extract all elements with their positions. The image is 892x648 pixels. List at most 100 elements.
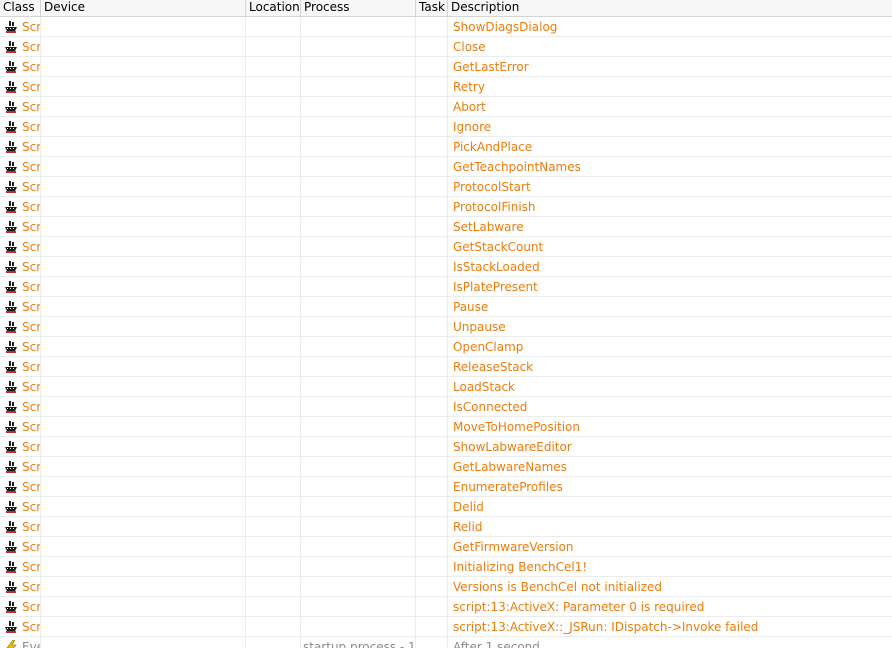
table-row[interactable]: Scr OpenClamp	[0, 337, 892, 357]
cell-process	[301, 257, 416, 276]
cell-class-label: Scr	[22, 459, 41, 474]
cell-description: Initializing BenchCel1!	[453, 560, 588, 574]
table-row[interactable]: Scr GetLastError	[0, 57, 892, 77]
cell-class-label: Scr	[22, 259, 41, 274]
table-row[interactable]: Scr IsPlatePresent	[0, 277, 892, 297]
cell-location	[246, 537, 301, 556]
cell-task	[416, 297, 448, 316]
table-row[interactable]: Scr ProtocolStart	[0, 177, 892, 197]
cell-description: SetLabware	[453, 220, 524, 234]
table-row[interactable]: Scr Abort	[0, 97, 892, 117]
cell-task	[416, 497, 448, 516]
cell-device	[41, 517, 246, 536]
table-row[interactable]: Scr Close	[0, 37, 892, 57]
table-row[interactable]: Scr IsConnected	[0, 397, 892, 417]
table-row[interactable]: Scr Pause	[0, 297, 892, 317]
log-rows: Scr ShowDiagsDialog Scr Close Scr GetLastErro…	[0, 17, 892, 648]
table-row[interactable]: Scr GetStackCount	[0, 237, 892, 257]
table-row[interactable]: Scr MoveToHomePosition	[0, 417, 892, 437]
cell-device	[41, 617, 246, 636]
table-row[interactable]: Scr ReleaseStack	[0, 357, 892, 377]
cell-process	[301, 237, 416, 256]
cell-class-label: Scr	[22, 579, 41, 594]
column-header-description[interactable]: Description	[448, 0, 892, 16]
cell-device	[41, 597, 246, 616]
cell-class: Scr	[0, 357, 41, 376]
table-row[interactable]: Scr PickAndPlace	[0, 137, 892, 157]
cell-description: Ignore	[453, 120, 492, 134]
table-row[interactable]: Scr GetFirmwareVersion	[0, 537, 892, 557]
cell-location	[246, 437, 301, 456]
cell-location	[246, 57, 301, 76]
ship-icon	[4, 400, 18, 414]
table-row[interactable]: Scr Unpause	[0, 317, 892, 337]
table-row[interactable]: Scr Relid	[0, 517, 892, 537]
cell-process: startup process - 1.1	[301, 637, 416, 648]
cell-description: Unpause	[453, 320, 506, 334]
ship-icon	[4, 60, 18, 74]
column-header-task[interactable]: Task	[416, 0, 448, 16]
table-row[interactable]: Scr script:13:ActiveX::_JSRun: IDispatch-…	[0, 617, 892, 637]
cell-description: GetFirmwareVersion	[453, 540, 574, 554]
ship-icon	[4, 100, 18, 114]
table-row[interactable]: Scr ShowDiagsDialog	[0, 17, 892, 37]
cell-class: Scr	[0, 537, 41, 556]
cell-description: Close	[453, 40, 486, 54]
cell-class: Scr	[0, 437, 41, 456]
cell-class: Scr	[0, 17, 41, 36]
table-row[interactable]: Scr LoadStack	[0, 377, 892, 397]
column-header-location[interactable]: Location	[246, 0, 301, 16]
cell-process	[301, 577, 416, 596]
cell-class-label: Scr	[22, 539, 41, 554]
cell-device	[41, 537, 246, 556]
cell-class-label: Scr	[22, 159, 41, 174]
column-header-device[interactable]: Device	[41, 0, 246, 16]
cell-location	[246, 517, 301, 536]
ship-icon	[4, 240, 18, 254]
cell-location	[246, 637, 301, 648]
ship-icon	[4, 180, 18, 194]
cell-description: After 1 second	[453, 640, 540, 648]
cell-process	[301, 417, 416, 436]
cell-task	[416, 197, 448, 216]
cell-location	[246, 277, 301, 296]
cell-description: OpenClamp	[453, 340, 524, 354]
table-row[interactable]: Scr script:13:ActiveX: Parameter 0 is req…	[0, 597, 892, 617]
ship-icon	[4, 20, 18, 34]
cell-device	[41, 197, 246, 216]
cell-class: Scr	[0, 417, 41, 436]
cell-process	[301, 117, 416, 136]
ship-icon	[4, 280, 18, 294]
table-row[interactable]: Eve startup process - 1.1 After 1 second	[0, 637, 892, 648]
cell-class-label: Scr	[22, 619, 41, 634]
cell-device	[41, 337, 246, 356]
column-header-class[interactable]: Class	[0, 0, 41, 16]
ship-icon	[4, 420, 18, 434]
table-row[interactable]: Scr Ignore	[0, 117, 892, 137]
table-row[interactable]: Scr SetLabware	[0, 217, 892, 237]
table-row[interactable]: Scr IsStackLoaded	[0, 257, 892, 277]
table-row[interactable]: Scr Delid	[0, 497, 892, 517]
cell-class: Scr	[0, 557, 41, 576]
cell-class-label: Scr	[22, 239, 41, 254]
cell-device	[41, 17, 246, 36]
cell-class: Scr	[0, 77, 41, 96]
table-row[interactable]: Scr GetTeachpointNames	[0, 157, 892, 177]
table-row[interactable]: Scr GetLabwareNames	[0, 457, 892, 477]
table-row[interactable]: Scr Initializing BenchCel1!	[0, 557, 892, 577]
column-header-process[interactable]: Process	[301, 0, 416, 16]
ship-icon	[4, 140, 18, 154]
cell-description: Abort	[453, 100, 486, 114]
table-row[interactable]: Scr ProtocolFinish	[0, 197, 892, 217]
table-row[interactable]: Scr EnumerateProfiles	[0, 477, 892, 497]
ship-icon	[4, 40, 18, 54]
cell-task	[416, 57, 448, 76]
cell-description: ShowLabwareEditor	[453, 440, 572, 454]
ship-icon	[4, 580, 18, 594]
table-row[interactable]: Scr Retry	[0, 77, 892, 97]
table-row[interactable]: Scr Versions is BenchCel not initialized	[0, 577, 892, 597]
cell-task	[416, 517, 448, 536]
table-row[interactable]: Scr ShowLabwareEditor	[0, 437, 892, 457]
log-grid: Class Device Location Process Task Descr…	[0, 0, 892, 648]
cell-class-label: Scr	[22, 439, 41, 454]
